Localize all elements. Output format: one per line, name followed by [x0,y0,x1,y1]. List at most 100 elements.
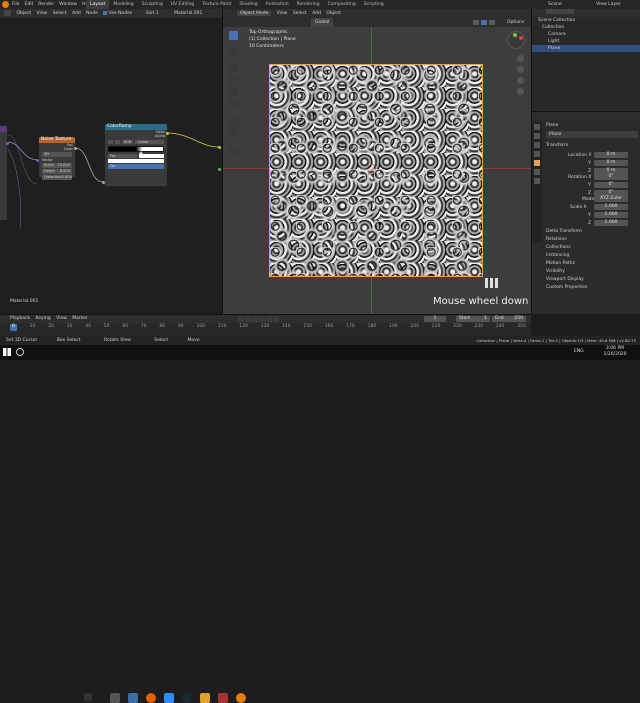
rotation-x-field[interactable]: 0° [594,174,628,180]
properties-panel[interactable]: Plane Plane Transform Location X 0 m Y 0… [531,111,640,314]
app-icon-4[interactable] [218,693,228,703]
tab-layout[interactable]: Layout [86,0,110,9]
tab-modeling[interactable]: Modeling [109,0,137,9]
rotation-y-field[interactable]: 0° [594,182,628,188]
tab-scripting[interactable]: Scripting [360,0,388,9]
current-frame-field[interactable]: 1 [424,316,446,322]
outliner-scene-collection[interactable]: Scene Collection [532,17,640,24]
windows-start-icon[interactable] [3,348,11,356]
collections-section[interactable]: Collections [546,244,638,252]
motion-paths-section[interactable]: Motion Paths [546,260,638,268]
settings-app-icon[interactable] [110,693,120,703]
node-editor[interactable]: Object View Select Add Node Use Nodes Sl… [0,9,222,314]
add-cube-tool-icon[interactable] [229,147,238,156]
custom-properties-section[interactable]: Custom Properties [546,284,638,292]
viewport-display-section[interactable]: Viewport Display [546,276,638,284]
viewport-menu-object[interactable]: Object [326,11,341,16]
jump-end-button[interactable] [273,316,279,322]
timeline-playback-menu[interactable]: Playback [10,316,30,321]
tab-animation[interactable]: Animation [262,0,293,9]
gizmo-x-icon[interactable] [519,36,523,40]
outliner-search-icon[interactable] [546,9,574,14]
object-mode-dropdown[interactable]: Object Mode [237,11,272,16]
shading-material-button[interactable] [481,20,487,25]
outliner-row-light[interactable]: Light [532,38,640,45]
taskbar-language[interactable]: ENG [574,349,584,354]
timeline[interactable]: Playback Keying View Marker 1 Start 1 End… [0,314,531,336]
viewport-menu-select[interactable]: Select [293,11,307,16]
scene-selector[interactable]: Scene [548,0,562,9]
frame-ruler[interactable]: 0 10 20 30 40 50 60 70 80 90 100 110 120 130 140 150 160… [10,324,526,331]
taskbar-clock[interactable]: 3:06 PM 1/26/2020 [594,346,636,358]
play-button[interactable] [259,316,265,322]
outliner-row-collection[interactable]: Collection [532,24,640,31]
pan-hand-icon[interactable] [517,66,524,73]
outliner-panel[interactable]: Scene Collection Collection Camera Light… [531,9,640,111]
shading-rendered-button[interactable] [489,20,495,25]
transform-tool-icon[interactable] [229,99,238,108]
outliner-row-camera[interactable]: Camera [532,31,640,38]
scene-tab-icon[interactable] [534,151,540,157]
next-key-button[interactable] [266,316,272,322]
app-icon-2[interactable] [164,693,174,703]
delta-transform-section[interactable]: Delta Transform [546,228,638,236]
view-layer-selector[interactable]: View Layer [596,0,621,9]
timeline-keying-menu[interactable]: Keying [36,316,51,321]
location-x-field[interactable]: 0 m [594,152,628,158]
noise-plane-object[interactable] [269,64,483,277]
camera-view-icon[interactable] [517,77,524,84]
end-frame-field[interactable]: End 250 [492,316,526,322]
perspective-toggle-icon[interactable] [517,88,524,95]
viewport-menu-view[interactable]: View [277,11,288,16]
material-tab-icon[interactable] [534,178,540,184]
menu-edit[interactable]: Edit [25,0,34,9]
shading-solid-button[interactable] [473,20,479,25]
relations-section[interactable]: Relations [546,236,638,244]
object-name-field[interactable]: Plane [546,122,558,129]
app-icon[interactable] [128,693,138,703]
play-reverse-button[interactable] [252,316,258,322]
timeline-marker-menu[interactable]: Marker [72,316,88,321]
tab-uv-editing[interactable]: UV Editing [167,0,198,9]
data-name-field[interactable]: Plane [546,131,638,138]
tab-shading[interactable]: Shading [235,0,261,9]
gizmo-y-icon[interactable] [513,33,517,37]
visibility-section[interactable]: Visibility [546,268,638,276]
transform-orientation-dropdown[interactable]: Global [311,18,334,27]
output-tab-icon[interactable] [534,142,540,148]
tab-rendering[interactable]: Rendering [293,0,324,9]
app-icon-3[interactable] [200,693,210,703]
scale-y-field[interactable]: 1.000 [594,212,628,218]
steam-icon[interactable] [182,693,192,703]
object-tab-icon[interactable] [534,160,540,166]
select-tool-icon[interactable] [229,31,238,40]
location-y-field[interactable]: 0 m [594,160,628,166]
zoom-icon[interactable] [517,55,524,62]
menu-render[interactable]: Render [38,0,54,9]
render-tab-icon[interactable] [534,133,540,139]
viewport-menu-add[interactable]: Add [312,11,321,16]
tab-sculpting[interactable]: Sculpting [138,0,167,9]
menu-window[interactable]: Window [59,0,77,9]
taskbar-search-icon[interactable] [16,348,24,356]
timeline-view-menu[interactable]: View [56,316,67,321]
prev-key-button[interactable] [245,316,251,322]
blender-taskbar-icon[interactable] [236,693,246,703]
annotate-tool-icon[interactable] [229,117,238,126]
outliner-row-plane[interactable]: Plane [532,45,640,52]
3d-cursor-icon[interactable] [367,164,376,173]
instancing-section[interactable]: Instancing [546,252,638,260]
scale-x-field[interactable]: 1.000 [594,204,628,210]
transform-section-header[interactable]: Transform [546,142,568,149]
task-view-icon[interactable] [84,693,92,701]
jump-start-button[interactable] [238,316,244,322]
modifier-tab-icon[interactable] [534,169,540,175]
rotate-tool-icon[interactable] [229,75,238,84]
blender-logo-icon[interactable] [2,1,9,8]
firefox-icon[interactable] [146,693,156,703]
scale-z-field[interactable]: 1.000 [594,220,628,226]
rotation-mode-dropdown[interactable]: XYZ Euler [594,196,628,202]
tab-texture-paint[interactable]: Texture Paint [198,0,235,9]
tab-compositing[interactable]: Compositing [324,0,360,9]
viewport-options-button[interactable]: Options [507,18,524,27]
